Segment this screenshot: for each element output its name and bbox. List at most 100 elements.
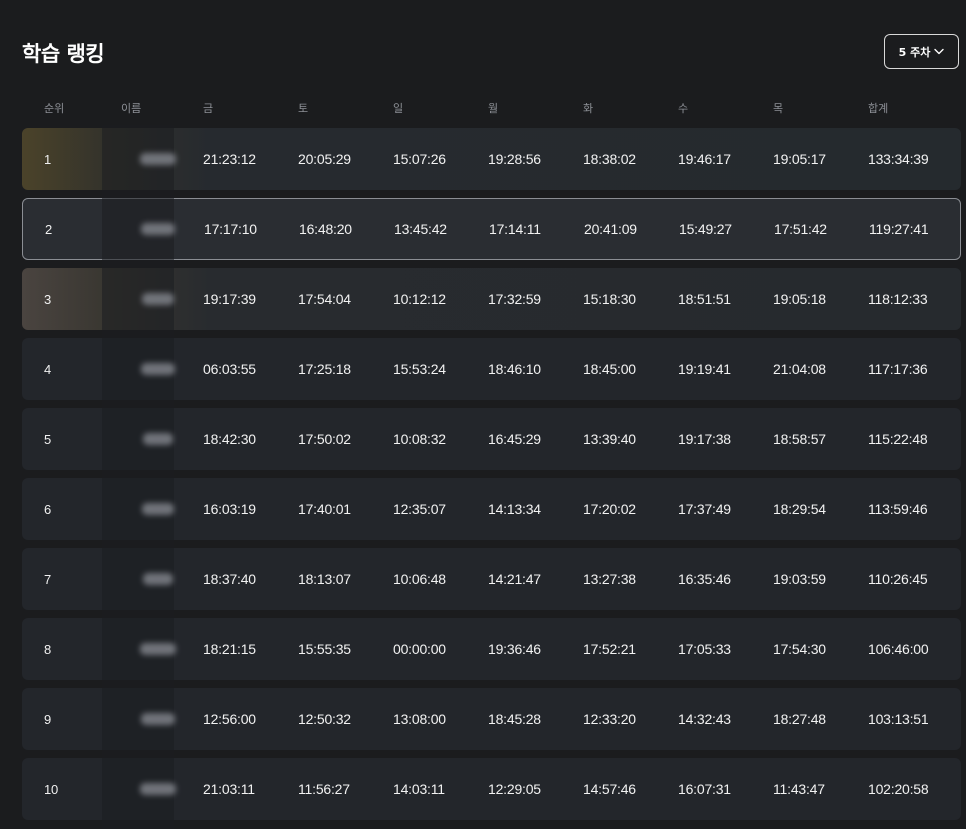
- day-time-cell: 13:39:40: [583, 431, 636, 447]
- day-time-cell: 19:17:38: [678, 431, 731, 447]
- day-time-cell: 14:32:43: [678, 711, 731, 727]
- day-time-cell: 19:28:56: [488, 151, 541, 167]
- day-time-cell: 17:20:02: [583, 501, 636, 517]
- day-time-cell: 18:46:10: [488, 361, 541, 377]
- day-time-cell: 19:05:18: [773, 291, 826, 307]
- day-time-cell: 15:49:27: [679, 221, 732, 237]
- day-time-cell: 13:45:42: [394, 221, 447, 237]
- day-time-cell: 19:17:39: [203, 291, 256, 307]
- header-mon: 월: [488, 102, 499, 115]
- day-time-cell: 18:21:15: [203, 641, 256, 657]
- day-time-cell: 12:33:20: [583, 711, 636, 727]
- total-time-cell: 117:17:36: [868, 361, 928, 377]
- total-time-cell: 102:20:58: [868, 781, 929, 797]
- day-time-cell: 18:45:00: [583, 361, 636, 377]
- day-time-cell: 17:37:49: [678, 501, 731, 517]
- day-time-cell: 17:50:02: [298, 431, 351, 447]
- day-time-cell: 15:55:35: [298, 641, 351, 657]
- day-time-cell: 15:18:30: [583, 291, 636, 307]
- day-time-cell: 10:08:32: [393, 431, 446, 447]
- day-time-cell: 14:21:47: [488, 571, 541, 587]
- day-time-cell: 17:40:01: [298, 501, 351, 517]
- day-time-cell: 18:29:54: [773, 501, 826, 517]
- day-time-cell: 17:54:30: [773, 641, 826, 657]
- rank-cell: 9: [44, 711, 52, 727]
- day-time-cell: 10:06:48: [393, 571, 446, 587]
- header-rank: 순위: [44, 102, 65, 115]
- rank-cell: 6: [44, 501, 52, 517]
- day-time-cell: 10:12:12: [393, 291, 446, 307]
- rank-cell: 8: [44, 641, 52, 657]
- day-time-cell: 18:42:30: [203, 431, 256, 447]
- day-time-cell: 16:48:20: [299, 221, 352, 237]
- day-time-cell: 16:45:29: [488, 431, 541, 447]
- chevron-down-icon: [934, 48, 945, 55]
- day-time-cell: 12:56:00: [203, 711, 256, 727]
- day-time-cell: 16:35:46: [678, 571, 731, 587]
- blurred-name: [140, 643, 176, 655]
- day-time-cell: 18:58:57: [773, 431, 826, 447]
- rank-cell: 7: [44, 571, 52, 587]
- total-time-cell: 133:34:39: [868, 151, 929, 167]
- header-name: 이름: [121, 102, 142, 115]
- day-time-cell: 12:35:07: [393, 501, 446, 517]
- rank-cell: 10: [44, 781, 59, 797]
- day-time-cell: 17:52:21: [583, 641, 636, 657]
- day-time-cell: 17:17:10: [204, 221, 257, 237]
- header-sat: 토: [298, 102, 309, 115]
- rank-cell: 5: [44, 431, 52, 447]
- day-time-cell: 15:07:26: [393, 151, 446, 167]
- day-time-cell: 18:45:28: [488, 711, 541, 727]
- total-time-cell: 119:27:41: [869, 221, 929, 237]
- day-time-cell: 19:36:46: [488, 641, 541, 657]
- day-time-cell: 14:03:11: [393, 781, 445, 797]
- day-time-cell: 19:05:17: [773, 151, 826, 167]
- day-time-cell: 16:03:19: [203, 501, 256, 517]
- day-time-cell: 18:51:51: [678, 291, 731, 307]
- total-time-cell: 106:46:00: [868, 641, 929, 657]
- day-time-cell: 21:03:11: [203, 781, 255, 797]
- blurred-name: [143, 433, 173, 445]
- week-select-dropdown[interactable]: 5 주차: [884, 34, 959, 69]
- day-time-cell: 19:19:41: [678, 361, 731, 377]
- day-time-cell: 18:37:40: [203, 571, 256, 587]
- total-time-cell: 113:59:46: [868, 501, 928, 517]
- day-time-cell: 06:03:55: [203, 361, 256, 377]
- total-time-cell: 118:12:33: [868, 291, 928, 307]
- day-time-cell: 17:32:59: [488, 291, 541, 307]
- day-time-cell: 17:51:42: [774, 221, 827, 237]
- day-time-cell: 17:25:18: [298, 361, 351, 377]
- day-time-cell: 11:56:27: [298, 781, 350, 797]
- header-fri: 금: [203, 102, 214, 115]
- blurred-name: [141, 363, 175, 375]
- day-time-cell: 17:05:33: [678, 641, 731, 657]
- blurred-name: [143, 573, 173, 585]
- day-time-cell: 20:41:09: [584, 221, 637, 237]
- blurred-name: [142, 293, 174, 305]
- rank-cell: 3: [44, 291, 52, 307]
- page-title: 학습 랭킹: [22, 42, 105, 66]
- day-time-cell: 19:46:17: [678, 151, 731, 167]
- blurred-name: [142, 503, 174, 515]
- day-time-cell: 17:14:11: [489, 221, 541, 237]
- blurred-name: [140, 153, 176, 165]
- rank-cell: 2: [45, 221, 53, 237]
- day-time-cell: 12:29:05: [488, 781, 541, 797]
- day-time-cell: 13:08:00: [393, 711, 446, 727]
- total-time-cell: 115:22:48: [868, 431, 928, 447]
- blurred-name: [141, 713, 175, 725]
- header-thu: 목: [773, 102, 784, 115]
- total-time-cell: 110:26:45: [868, 571, 928, 587]
- day-time-cell: 14:13:34: [488, 501, 541, 517]
- day-time-cell: 20:05:29: [298, 151, 351, 167]
- day-time-cell: 12:50:32: [298, 711, 351, 727]
- day-time-cell: 18:27:48: [773, 711, 826, 727]
- day-time-cell: 14:57:46: [583, 781, 636, 797]
- day-time-cell: 21:23:12: [203, 151, 256, 167]
- day-time-cell: 18:38:02: [583, 151, 636, 167]
- header-sun: 일: [393, 102, 404, 115]
- name-column-mask: [102, 125, 176, 829]
- day-time-cell: 17:54:04: [298, 291, 351, 307]
- day-time-cell: 16:07:31: [678, 781, 731, 797]
- day-time-cell: 21:04:08: [773, 361, 826, 377]
